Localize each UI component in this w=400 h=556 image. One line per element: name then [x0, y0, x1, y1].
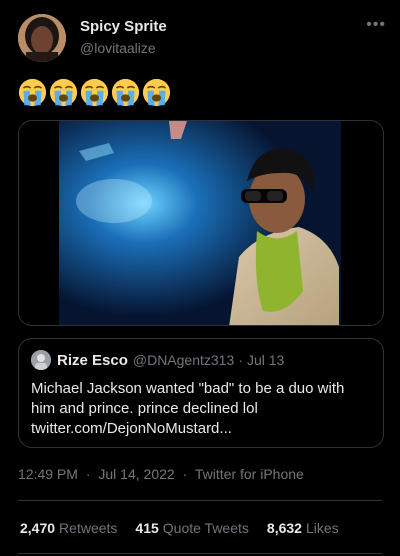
retweets-stat[interactable]: 2,470 Retweets [20, 520, 117, 536]
loudly-crying-face-icon [80, 78, 109, 107]
author-handle[interactable]: @lovitaalize [80, 40, 156, 56]
author-avatar[interactable] [18, 14, 66, 62]
tweet-time[interactable]: 12:49 PM [18, 466, 78, 482]
quote-tweets-label: Quote Tweets [162, 520, 249, 536]
quote-tweets-count: 415 [135, 520, 159, 536]
divider [18, 553, 382, 554]
tweet-video[interactable] [18, 120, 384, 326]
separator-dot: · [85, 466, 91, 482]
likes-stat[interactable]: 8,632 Likes [267, 520, 339, 536]
retweets-label: Retweets [59, 520, 118, 536]
tweet-date[interactable]: Jul 14, 2022 [98, 466, 174, 482]
engagement-stats: 2,470 Retweets 415 Quote Tweets 8,632 Likes [20, 520, 339, 536]
loudly-crying-face-icon [49, 78, 78, 107]
tweet-timestamp: 12:49 PM · Jul 14, 2022 · Twitter for iP… [18, 466, 308, 482]
likes-count: 8,632 [266, 520, 302, 536]
more-options-icon[interactable]: ••• [366, 16, 386, 34]
loudly-crying-face-icon [111, 78, 140, 107]
separator-dot: · [182, 466, 188, 482]
loudly-crying-face-icon [18, 78, 47, 107]
quoted-tweet[interactable]: Rize Esco @DNAgentz313 · Jul 13 Michael … [18, 338, 384, 448]
quote-tweets-stat[interactable]: 415 Quote Tweets [135, 520, 249, 536]
tweet-card: Spicy Sprite @lovitaalize ••• Rize Esco … [0, 0, 400, 556]
quoted-tweet-date: Jul 13 [246, 352, 285, 368]
tweet-source[interactable]: Twitter for iPhone [195, 466, 304, 482]
quoted-tweet-header: Rize Esco @DNAgentz313 · Jul 13 [31, 349, 371, 371]
tweet-text [18, 78, 171, 107]
separator-dot: · [238, 352, 243, 368]
loudly-crying-face-icon [142, 78, 171, 107]
divider [18, 500, 382, 501]
quoted-author-handle: @DNAgentz313 [132, 352, 235, 368]
retweets-count: 2,470 [20, 520, 56, 536]
quoted-tweet-text: Michael Jackson wanted "bad" to be a duo… [31, 380, 345, 437]
likes-label: Likes [305, 520, 339, 536]
author-name[interactable]: Spicy Sprite [80, 18, 167, 35]
quoted-author-name: Rize Esco [57, 351, 128, 369]
quoted-author-avatar [31, 350, 51, 370]
